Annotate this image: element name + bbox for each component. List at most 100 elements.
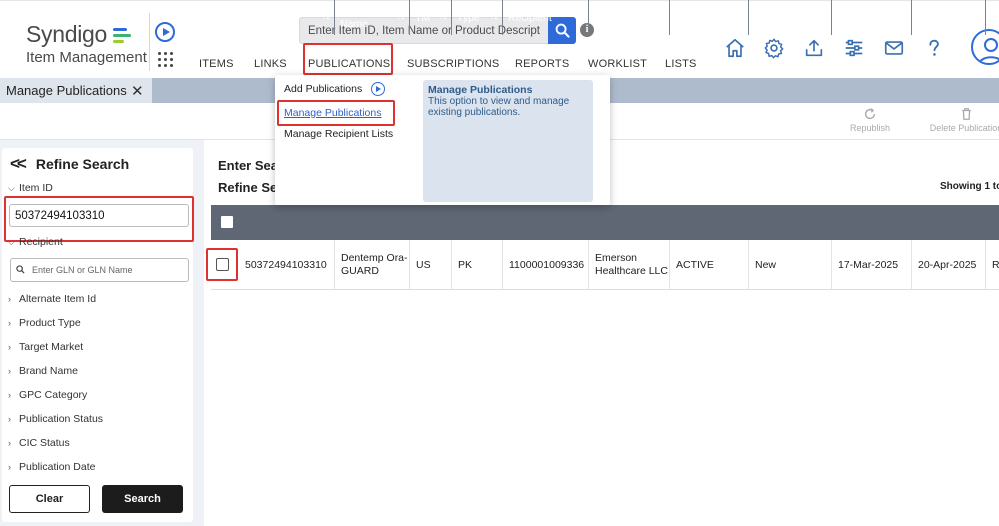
delete-publication-button[interactable]: Delete Publication — [926, 107, 999, 133]
refine-title: << Refine Search — [10, 154, 130, 173]
collapse-icon[interactable]: << — [10, 154, 27, 173]
filter-recipient[interactable]: ⌵ Recipient — [8, 236, 63, 248]
sort-icon: ↑↓ — [438, 8, 448, 22]
filter-alternate-item-id[interactable]: › Alternate Item Id — [8, 293, 96, 305]
nav-links[interactable]: LINKS — [254, 58, 287, 70]
app-subtitle: Item Management — [26, 49, 147, 66]
search-submit-button[interactable]: Search — [102, 485, 183, 513]
col-publication-status[interactable]: Publication Status ↑↓ — [670, 0, 749, 35]
chevron-right-icon: › — [8, 294, 11, 304]
sort-icon: ↑↓ — [489, 8, 499, 22]
nav-worklist[interactable]: WORKLIST — [588, 58, 647, 70]
help-icon[interactable] — [923, 37, 945, 59]
filter-gpc-category[interactable]: › GPC Category — [8, 389, 87, 401]
col-republish-date[interactable]: Republish Date ↑↓ — [912, 0, 986, 35]
sort-icon: ↑↓ — [818, 8, 828, 22]
nav-reports[interactable]: REPORTS — [515, 58, 569, 70]
sort-icon: ↑↓ — [972, 8, 982, 22]
tab-manage-publications[interactable]: Manage Publications ✕ — [0, 78, 152, 103]
brand-name: Syndigo — [26, 21, 108, 47]
play-icon[interactable] — [371, 82, 385, 96]
syndigo-logo-icon — [113, 28, 132, 43]
cell-publication-status: ACTIVE — [670, 240, 749, 290]
sort-icon: ↑↓ — [575, 8, 585, 22]
search-icon — [16, 265, 25, 274]
gear-icon[interactable] — [763, 37, 785, 59]
cell-item-name: Dentemp Ora-GUARD — [335, 240, 410, 290]
chevron-down-icon: ⌵ — [8, 237, 15, 247]
menu-description-title: Manage Publications — [428, 84, 533, 96]
clear-button[interactable]: Clear — [9, 485, 90, 513]
highlight-box — [206, 248, 238, 281]
menu-description-text: This option to view and manage existing … — [428, 96, 570, 118]
filter-product-type[interactable]: › Product Type — [8, 317, 81, 329]
sort-icon: ↑↓ — [898, 8, 908, 22]
col-tm[interactable]: TM ↑↓ — [410, 0, 452, 35]
cell-type: PK — [452, 240, 503, 290]
chevron-right-icon: › — [8, 414, 11, 424]
cell-item-id: 50372494103310 — [239, 240, 335, 290]
republish-button[interactable]: Republish — [849, 107, 891, 133]
col-publication-date[interactable]: Publication Date ↑↓ — [832, 0, 912, 35]
col-type[interactable]: Type ↑↓ — [452, 0, 503, 35]
col-item-id[interactable]: Item ID ↑↓ — [239, 0, 335, 35]
nav-items[interactable]: ITEMS — [199, 58, 234, 70]
chevron-right-icon: › — [8, 462, 11, 472]
republish-label: Republish — [849, 123, 891, 133]
trash-icon — [961, 108, 971, 120]
results-count: Showing 1 to — [940, 181, 999, 192]
cell-recipient-name: Emerson Healthcare LLC — [589, 240, 670, 290]
app-grid-icon[interactable] — [158, 52, 173, 67]
sliders-icon[interactable] — [843, 37, 865, 59]
sort-icon: ↑↓ — [656, 8, 666, 22]
cell-publication-date: 17-Mar-2025 — [832, 240, 912, 290]
highlight-box — [277, 100, 395, 126]
chevron-right-icon: › — [8, 366, 11, 376]
col-recipient-name[interactable]: Recipient Name ↑↓ — [589, 0, 670, 35]
filter-publication-date[interactable]: › Publication Date — [8, 461, 95, 473]
filter-item-id[interactable]: ⌵ Item ID — [8, 182, 53, 194]
col-item-name[interactable]: Item Name ↑↓ — [335, 0, 410, 35]
app-logo[interactable]: Syndigo Item Management — [26, 21, 150, 66]
cell-c: R — [992, 258, 999, 271]
chevron-right-icon: › — [8, 318, 11, 328]
play-icon[interactable] — [155, 22, 175, 42]
filter-brand-name[interactable]: › Brand Name — [8, 365, 78, 377]
col-publication-type[interactable]: Publication Type ↑↓ — [749, 0, 832, 35]
delete-label: Delete Publication — [929, 123, 999, 133]
chevron-right-icon: › — [8, 438, 11, 448]
chevron-right-icon: › — [8, 390, 11, 400]
upload-icon[interactable] — [803, 37, 825, 59]
sort-icon: ↑↓ — [321, 8, 331, 22]
sort-icon: ↑↓ — [735, 8, 745, 22]
select-all-checkbox[interactable] — [221, 216, 233, 228]
menu-description-panel: Manage Publications This option to view … — [423, 80, 593, 202]
main-title-refine-search: Refine Se — [218, 180, 278, 195]
cell-republish-date: 20-Apr-2025 — [912, 240, 986, 290]
tab-label: Manage Publications — [6, 83, 127, 98]
home-icon[interactable] — [724, 37, 746, 59]
gln-search-input[interactable] — [10, 258, 189, 282]
mail-icon[interactable] — [883, 37, 905, 59]
divider — [149, 13, 150, 71]
nav-lists[interactable]: LISTS — [665, 58, 697, 70]
highlight-box — [303, 43, 393, 75]
filter-target-market[interactable]: › Target Market — [8, 341, 83, 353]
close-icon[interactable]: ✕ — [131, 82, 144, 100]
nav-subscriptions[interactable]: SUBSCRIPTIONS — [407, 58, 499, 70]
filter-publication-status[interactable]: › Publication Status — [8, 413, 103, 425]
sort-icon: ↑↓ — [396, 8, 406, 22]
publications-dropdown-menu: Add Publications Manage Publications Man… — [275, 75, 610, 205]
menu-item-manage-recipient-lists[interactable]: Manage Recipient Lists — [284, 128, 393, 140]
filter-cic-status[interactable]: › CIC Status — [8, 437, 70, 449]
chevron-right-icon: › — [8, 342, 11, 352]
col-recipient[interactable]: Recipient ↑↓ — [503, 0, 589, 35]
col-c[interactable]: C — [986, 0, 999, 35]
refresh-icon — [864, 108, 876, 120]
cell-recipient: 1100001009336 — [503, 240, 589, 290]
main-title-enter-search: Enter Sea — [218, 158, 278, 173]
table-header — [211, 205, 999, 240]
cell-publication-type: New — [749, 240, 832, 290]
menu-item-add-publications[interactable]: Add Publications — [284, 83, 362, 95]
chevron-down-icon: ⌵ — [8, 183, 15, 193]
